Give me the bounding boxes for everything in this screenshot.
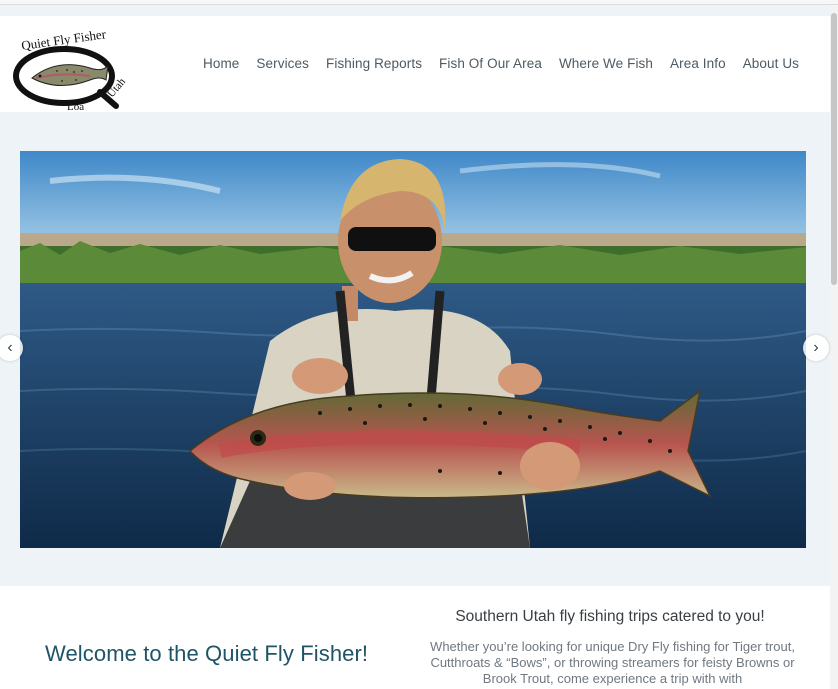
logo-loa-text: Loa (67, 101, 84, 112)
slider-next-button[interactable]: › (803, 335, 829, 361)
nav-about-us[interactable]: About Us (743, 56, 799, 71)
main-nav: Home Services Fishing Reports Fish Of Ou… (203, 56, 799, 71)
trout-logo-icon (31, 64, 109, 86)
nav-services[interactable]: Services (256, 56, 309, 71)
chevron-left-icon: ‹ (7, 339, 13, 356)
scrollbar[interactable] (830, 5, 838, 689)
intro-paragraph: Whether you’re looking for unique Dry Fl… (430, 639, 795, 686)
nav-where-we-fish[interactable]: Where We Fish (559, 56, 653, 71)
chevron-right-icon: › (813, 339, 819, 356)
nav-fish-of-our-area[interactable]: Fish Of Our Area (439, 56, 542, 71)
scrollbar-thumb[interactable] (831, 13, 837, 285)
site-logo[interactable]: Quiet Fly Fisher Loa Utah (12, 26, 132, 112)
nav-home[interactable]: Home (203, 56, 239, 71)
browser-top-edge (0, 0, 838, 5)
logo-utah-text: Utah (105, 75, 128, 99)
site-header: Quiet Fly Fisher Loa Utah Home Services … (0, 16, 830, 112)
hero-slide-image (20, 151, 806, 548)
nav-fishing-reports[interactable]: Fishing Reports (326, 56, 422, 71)
tagline-heading: Southern Utah fly fishing trips catered … (455, 608, 765, 625)
welcome-heading: Welcome to the Quiet Fly Fisher! (45, 641, 369, 666)
nav-area-info[interactable]: Area Info (670, 56, 726, 71)
intro-section: Welcome to the Quiet Fly Fisher! Souther… (0, 586, 830, 689)
